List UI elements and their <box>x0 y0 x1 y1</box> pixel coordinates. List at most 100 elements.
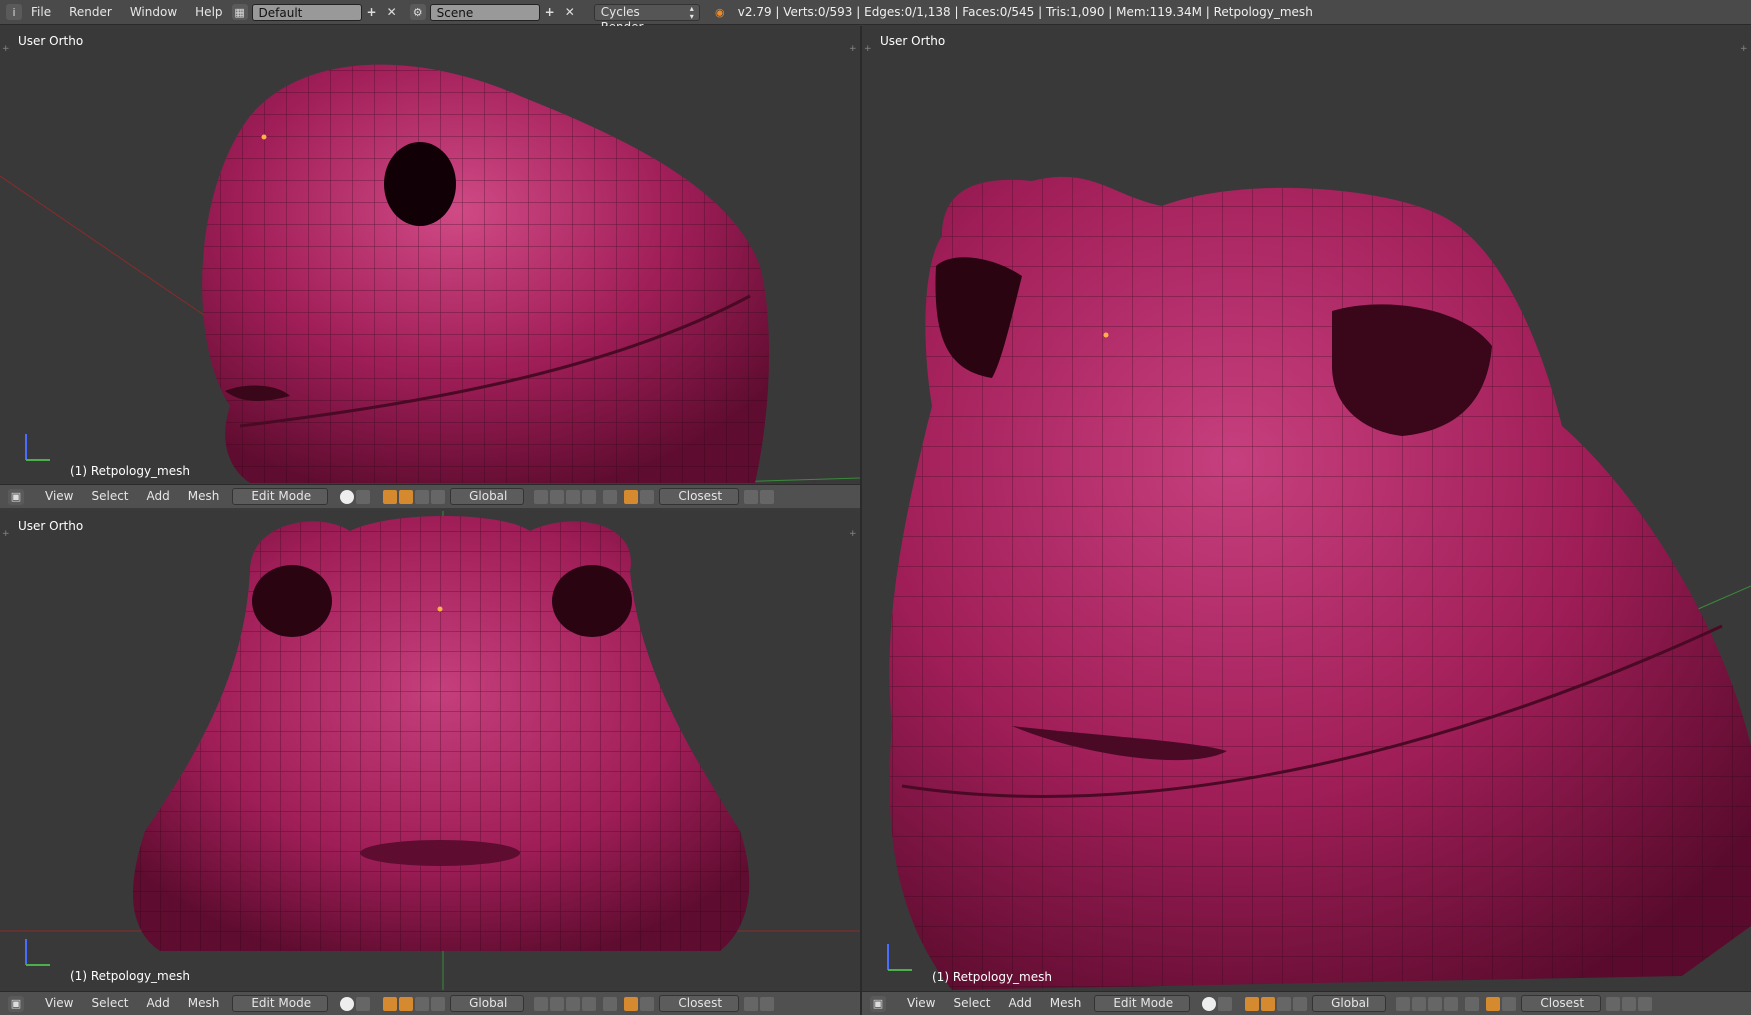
snap-magnet-icon[interactable] <box>624 996 639 1011</box>
snap-magnet-icon[interactable] <box>624 489 639 504</box>
render-anim-icon[interactable] <box>1622 996 1637 1011</box>
screen-layout-icon[interactable]: ▦ <box>231 4 248 20</box>
snap-target-select[interactable]: Closest <box>659 995 740 1012</box>
view-menu[interactable]: View <box>36 995 82 1012</box>
menu-help[interactable]: Help <box>186 5 231 19</box>
view-menu[interactable]: View <box>36 488 82 505</box>
view-menu[interactable]: View <box>898 995 944 1012</box>
occlude-icon[interactable] <box>582 489 597 504</box>
pivot-icon[interactable] <box>1218 996 1233 1011</box>
area-split-handle[interactable]: + <box>1740 45 1748 54</box>
mode-select[interactable]: Edit Mode <box>232 995 329 1012</box>
manipulator-icon[interactable] <box>383 489 398 504</box>
cube-icon[interactable]: ▣ <box>8 488 24 505</box>
viewport-header-bottom-left: ▣ View Select Add Mesh Edit Mode Global … <box>0 991 860 1015</box>
render-icon[interactable] <box>744 996 759 1011</box>
snap-magnet-icon[interactable] <box>1486 996 1501 1011</box>
cube-icon[interactable]: ▣ <box>870 995 886 1012</box>
snap-element-icon[interactable] <box>1502 996 1517 1011</box>
face-select-icon[interactable] <box>1428 996 1443 1011</box>
face-select-icon[interactable] <box>566 489 581 504</box>
shading-icon[interactable] <box>340 996 355 1011</box>
select-menu[interactable]: Select <box>944 995 999 1012</box>
scene-icon[interactable]: ⚙ <box>409 4 426 20</box>
menu-file[interactable]: File <box>22 5 60 19</box>
occlude-icon[interactable] <box>582 996 597 1011</box>
render-engine-select[interactable]: Cycles Render <box>593 3 700 34</box>
info-icon[interactable]: i <box>6 4 22 20</box>
vertex-select-icon[interactable] <box>534 996 549 1011</box>
remove-scene-button[interactable]: ✕ <box>560 5 580 19</box>
edge-select-icon[interactable] <box>550 489 565 504</box>
face-select-icon[interactable] <box>566 996 581 1011</box>
vertex-select-icon[interactable] <box>1396 996 1411 1011</box>
occlude-icon[interactable] <box>1444 996 1459 1011</box>
render-icon[interactable] <box>744 489 759 504</box>
snap-element-icon[interactable] <box>640 489 655 504</box>
viewport-top-left[interactable]: User Ortho + + (1) Retpology_mesh <box>0 26 860 483</box>
pivot-icon[interactable] <box>356 489 371 504</box>
snap-target-select[interactable]: Closest <box>1521 995 1602 1012</box>
viewport-right[interactable]: User Ortho + + (1) Retpology_mesh <box>862 26 1751 990</box>
manipulator-icon[interactable] <box>1245 996 1260 1011</box>
orientation-select[interactable]: Global <box>450 995 525 1012</box>
viewport-bottom-left[interactable]: User Ortho + + (1) Retpology_mesh <box>0 511 860 990</box>
render-anim-icon[interactable] <box>760 996 775 1011</box>
rotate-icon[interactable] <box>1277 996 1292 1011</box>
scale-icon[interactable] <box>1293 996 1308 1011</box>
scale-icon[interactable] <box>431 489 446 504</box>
add-menu[interactable]: Add <box>138 488 179 505</box>
scale-icon[interactable] <box>431 996 446 1011</box>
translate-icon[interactable] <box>1261 996 1276 1011</box>
view-label: User Ortho <box>18 519 84 533</box>
cube-icon[interactable]: ▣ <box>8 995 24 1012</box>
area-split-handle[interactable]: + <box>849 45 857 54</box>
viewport-header-top-left: ▣ View Select Add Mesh Edit Mode Global … <box>0 484 860 508</box>
layout-field[interactable]: Default <box>251 3 362 21</box>
mesh-menu[interactable]: Mesh <box>179 488 229 505</box>
render-icon[interactable] <box>1606 996 1621 1011</box>
scene-field[interactable]: Scene <box>429 3 540 21</box>
area-split-handle[interactable]: + <box>864 45 872 54</box>
add-menu[interactable]: Add <box>138 995 179 1012</box>
mode-select[interactable]: Edit Mode <box>232 488 329 505</box>
axis-gizmo <box>882 936 922 976</box>
select-menu[interactable]: Select <box>82 488 137 505</box>
orientation-select[interactable]: Global <box>1312 995 1387 1012</box>
rotate-icon[interactable] <box>415 996 430 1011</box>
add-layout-button[interactable]: + <box>362 5 382 19</box>
view-label: User Ortho <box>18 34 84 48</box>
render-anim-icon[interactable] <box>760 489 775 504</box>
edge-select-icon[interactable] <box>1412 996 1427 1011</box>
shading-icon[interactable] <box>1202 996 1217 1011</box>
menu-render[interactable]: Render <box>60 5 121 19</box>
object-label: (1) Retpology_mesh <box>70 464 190 478</box>
area-split-handle[interactable]: + <box>2 530 10 539</box>
orientation-select[interactable]: Global <box>450 488 525 505</box>
manipulator-icon[interactable] <box>383 996 398 1011</box>
mesh-menu[interactable]: Mesh <box>179 995 229 1012</box>
menu-window[interactable]: Window <box>121 5 186 19</box>
lock-icon[interactable] <box>1638 996 1653 1011</box>
rotate-icon[interactable] <box>415 489 430 504</box>
vertex-select-icon[interactable] <box>534 489 549 504</box>
translate-icon[interactable] <box>399 489 414 504</box>
select-menu[interactable]: Select <box>82 995 137 1012</box>
proportional-icon[interactable] <box>603 996 618 1011</box>
translate-icon[interactable] <box>399 996 414 1011</box>
remove-layout-button[interactable]: ✕ <box>382 5 402 19</box>
snap-element-icon[interactable] <box>640 996 655 1011</box>
shading-icon[interactable] <box>340 489 355 504</box>
edge-select-icon[interactable] <box>550 996 565 1011</box>
add-menu[interactable]: Add <box>1000 995 1041 1012</box>
mode-select[interactable]: Edit Mode <box>1094 995 1191 1012</box>
proportional-icon[interactable] <box>1465 996 1480 1011</box>
area-split-handle[interactable]: + <box>2 45 10 54</box>
mesh-menu[interactable]: Mesh <box>1041 995 1091 1012</box>
add-scene-button[interactable]: + <box>540 5 560 19</box>
area-split-handle[interactable]: + <box>849 530 857 539</box>
proportional-icon[interactable] <box>603 489 618 504</box>
mesh-view-front <box>0 511 860 990</box>
snap-target-select[interactable]: Closest <box>659 488 740 505</box>
pivot-icon[interactable] <box>356 996 371 1011</box>
